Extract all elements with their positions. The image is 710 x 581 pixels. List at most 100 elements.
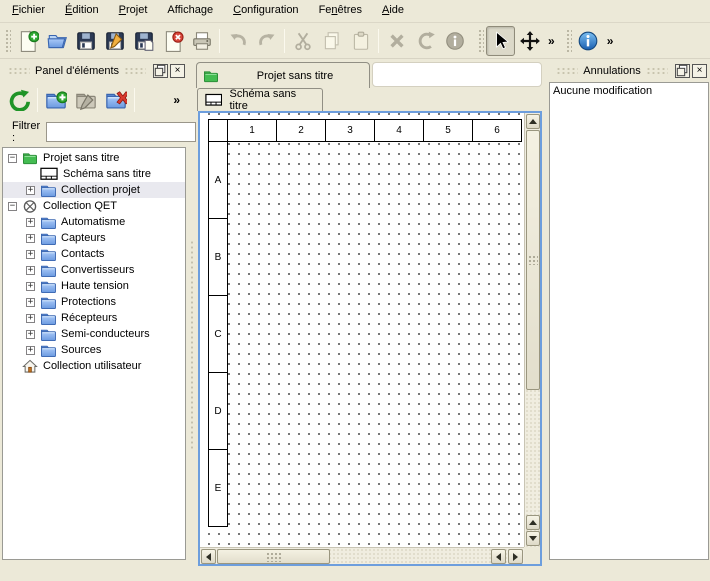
tree-item-semi-conducteurs[interactable]: +Semi-conducteurs [3,326,185,342]
delete-button[interactable] [382,26,411,56]
cut-button[interactable] [288,26,317,56]
elements-panel-dock: Panel d'éléments × » Filtrer : −Projet s… [0,60,188,560]
expand-icon[interactable]: + [26,186,35,195]
qet-collection-icon [22,199,38,213]
collapse-icon[interactable]: − [8,154,17,163]
menu-affichage[interactable]: Affichage [157,0,223,22]
undo-button[interactable] [223,26,252,56]
scroll-left-button-2[interactable] [491,549,506,564]
reload-icon [8,89,30,111]
rotate-icon [415,30,437,52]
undo-panel-dock: Annulations × Aucune modification [548,60,710,560]
arrow-up-icon [529,119,537,124]
tree-item-capteurs[interactable]: +Capteurs [3,230,185,246]
new-file-button[interactable] [13,26,42,56]
menu-fichier[interactable]: Fichier [2,0,55,22]
schema-viewport[interactable]: 1 2 3 4 5 6 A B C D E [198,111,542,566]
rotate-button[interactable] [411,26,440,56]
menu-edition[interactable]: Édition [55,0,109,22]
element-info-button[interactable] [440,26,469,56]
print-button[interactable] [187,26,216,56]
horizontal-scrollbar-thumb[interactable] [217,549,330,564]
expand-icon[interactable]: + [26,330,35,339]
menu-aide[interactable]: Aide [372,0,414,22]
panel-splitter[interactable] [189,60,196,560]
undo-list-item[interactable]: Aucune modification [551,84,707,100]
tree-item-project[interactable]: −Projet sans titre [3,150,185,166]
horizontal-scrollbar[interactable] [200,547,524,564]
expand-icon[interactable]: + [26,346,35,355]
panel-overflow-button[interactable]: » [169,93,184,107]
elements-tree: −Projet sans titre Schéma sans titre +Co… [2,147,186,560]
open-file-button[interactable] [42,26,71,56]
menu-configuration[interactable]: Configuration [223,0,308,22]
toolbar-separator [134,88,135,112]
save-all-button[interactable] [129,26,158,56]
project-tab[interactable]: Projet sans titre [196,62,370,88]
tree-item-recepteurs[interactable]: +Récepteurs [3,310,185,326]
dock-float-button[interactable] [675,64,690,78]
scroll-up-button[interactable] [526,114,540,129]
tree-item-protections[interactable]: +Protections [3,294,185,310]
toolbar-overflow-button[interactable]: » [603,34,618,48]
save-as-button[interactable] [100,26,129,56]
tree-item-convertisseurs[interactable]: +Convertisseurs [3,262,185,278]
expand-icon[interactable]: + [26,314,35,323]
reload-collections-button[interactable] [4,84,34,116]
delete-category-button[interactable] [101,84,131,116]
new-category-button[interactable] [41,84,71,116]
expand-icon[interactable]: + [26,250,35,259]
dock-close-button[interactable]: × [170,64,185,78]
filter-label: Filtrer : [12,120,40,144]
edit-category-button[interactable] [71,84,101,116]
tree-item-schema[interactable]: Schéma sans titre [3,166,185,182]
about-button[interactable] [574,26,603,56]
elements-panel-titlebar[interactable]: Panel d'éléments × [0,60,188,81]
scroll-up-button-2[interactable] [526,515,540,530]
close-file-button[interactable] [158,26,187,56]
dock-float-button[interactable] [153,64,168,78]
tree-item-haute-tension[interactable]: +Haute tension [3,278,185,294]
filter-input[interactable] [46,122,196,142]
toolbar-drag-handle[interactable] [4,28,11,54]
paste-button[interactable] [346,26,375,56]
menu-projet[interactable]: Projet [109,0,158,22]
scroll-down-button[interactable] [526,531,540,546]
save-icon [75,30,97,52]
expand-icon[interactable]: + [26,282,35,291]
toolbar-overflow-button[interactable]: » [544,34,559,48]
select-tool-button[interactable] [486,26,515,56]
tree-item-collection-utilisateur[interactable]: Collection utilisateur [3,358,185,374]
vertical-scrollbar-thumb[interactable] [526,130,540,390]
tree-item-collection-qet[interactable]: −Collection QET [3,198,185,214]
tree-item-sources[interactable]: +Sources [3,342,185,358]
tree-item-automatisme[interactable]: +Automatisme [3,214,185,230]
copy-button[interactable] [317,26,346,56]
collapse-icon[interactable]: − [8,202,17,211]
expand-icon[interactable]: + [26,298,35,307]
menu-fenetres[interactable]: Fenêtres [309,0,372,22]
scroll-right-button[interactable] [508,549,523,564]
dock-grip [556,67,578,74]
move-tool-button[interactable] [515,26,544,56]
schema-canvas[interactable]: 1 2 3 4 5 6 A B C D E [200,113,524,547]
undo-panel-titlebar[interactable]: Annulations × [548,60,710,81]
redo-button[interactable] [252,26,281,56]
row-header: D [208,372,228,450]
schema-tab[interactable]: Schéma sans titre [197,88,323,111]
save-button[interactable] [71,26,100,56]
schema-icon [40,166,58,182]
vertical-scrollbar[interactable] [524,113,540,547]
toolbar-drag-handle[interactable] [565,28,572,54]
folder-icon [40,295,56,309]
scroll-left-button[interactable] [201,549,216,564]
dock-close-button[interactable]: × [692,64,707,78]
expand-icon[interactable]: + [26,218,35,227]
expand-icon[interactable]: + [26,234,35,243]
tree-item-contacts[interactable]: +Contacts [3,246,185,262]
toolbar-drag-handle[interactable] [477,28,484,54]
open-file-icon [46,30,68,52]
tree-item-collection-projet[interactable]: +Collection projet [3,182,185,198]
undo-history-list[interactable]: Aucune modification [549,82,709,560]
expand-icon[interactable]: + [26,266,35,275]
